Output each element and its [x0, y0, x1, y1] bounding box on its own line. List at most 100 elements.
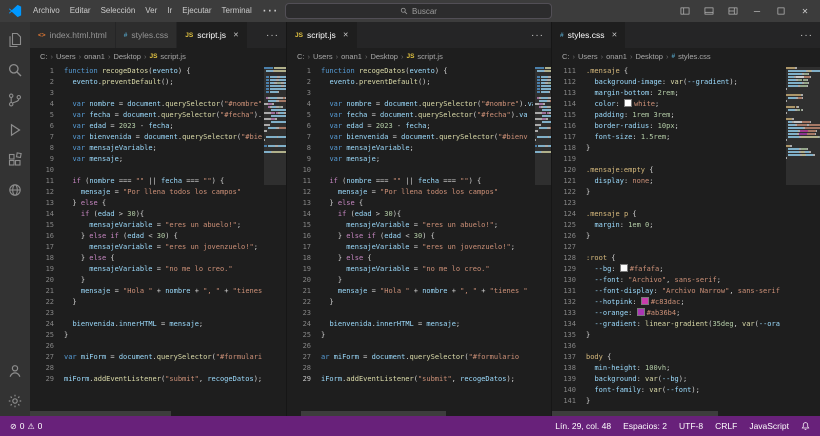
line-number[interactable]: 3	[287, 88, 321, 99]
line-number[interactable]: 6	[30, 121, 64, 132]
code-line[interactable]: 26	[30, 341, 262, 352]
code-line[interactable]: 135}	[552, 330, 784, 341]
line-number[interactable]: 111	[552, 66, 586, 77]
line-number[interactable]: 122	[552, 187, 586, 198]
code-line[interactable]: 141}	[552, 396, 784, 407]
code-line[interactable]: 11 if (nombre === "" || fecha === "") {	[30, 176, 262, 187]
line-number[interactable]: 12	[287, 187, 321, 198]
breadcrumb-item[interactable]: Desktop	[113, 52, 141, 61]
line-number[interactable]: 130	[552, 275, 586, 286]
line-number[interactable]: 121	[552, 176, 586, 187]
line-number[interactable]: 125	[552, 220, 586, 231]
line-number[interactable]: 15	[30, 220, 64, 231]
menu-archivo[interactable]: Archivo	[28, 0, 65, 22]
code-line[interactable]: 140 font-family: var(--font);	[552, 385, 784, 396]
line-number[interactable]: 140	[552, 385, 586, 396]
line-number[interactable]: 5	[287, 110, 321, 121]
breadcrumb-item[interactable]: Users	[578, 52, 598, 61]
code-line[interactable]: 22 }	[287, 297, 533, 308]
more-actions-icon[interactable]: ···	[524, 22, 551, 48]
code-line[interactable]: 134 --gradient: linear-gradient(35deg, v…	[552, 319, 784, 330]
close-window-icon[interactable]: ✕	[794, 0, 816, 22]
line-number[interactable]: 131	[552, 286, 586, 297]
code-line[interactable]: 114 color: white;	[552, 99, 784, 110]
code-line[interactable]: 4 var nombre = document.querySelector("#…	[287, 99, 533, 110]
line-number[interactable]: 9	[30, 154, 64, 165]
code-editor[interactable]: 1function recogeDatos(evento) {2 evento.…	[30, 65, 286, 416]
code-line[interactable]: 126}	[552, 231, 784, 242]
code-line[interactable]: 25}	[30, 330, 262, 341]
line-number[interactable]: 115	[552, 110, 586, 121]
breadcrumb-item[interactable]: onan1	[341, 52, 362, 61]
line-number[interactable]: 26	[287, 341, 321, 352]
code-line[interactable]: 128:root {	[552, 253, 784, 264]
code-line[interactable]: 24 bienvenida.innerHTML = mensaje;	[287, 319, 533, 330]
line-number[interactable]: 134	[552, 319, 586, 330]
line-number[interactable]: 2	[30, 77, 64, 88]
code-line[interactable]: 8 var mensajeVariable;	[30, 143, 262, 154]
line-number[interactable]: 2	[287, 77, 321, 88]
code-line[interactable]: 22 }	[30, 297, 262, 308]
code-line[interactable]: 17 mensajeVariable = "eres un jovenzuelo…	[30, 242, 262, 253]
line-number[interactable]: 27	[30, 352, 64, 363]
line-number[interactable]: 17	[287, 242, 321, 253]
line-number[interactable]: 4	[30, 99, 64, 110]
line-number[interactable]: 8	[287, 143, 321, 154]
settings-gear-icon[interactable]	[0, 386, 30, 416]
breadcrumb-item[interactable]: Users	[56, 52, 76, 61]
menu-ver[interactable]: Ver	[140, 0, 162, 22]
code-line[interactable]: 111.mensaje {	[552, 66, 784, 77]
code-line[interactable]: 121 display: none;	[552, 176, 784, 187]
code-line[interactable]: 20 }	[30, 275, 262, 286]
code-line[interactable]: 13 } else {	[287, 198, 533, 209]
code-line[interactable]: 12 mensaje = "Por llena todos los campos…	[287, 187, 533, 198]
code-line[interactable]: 21 mensaje = "Hola " + nombre + ", " + "…	[30, 286, 262, 297]
tab-script.js[interactable]: JSscript.js✕	[287, 22, 358, 48]
more-actions-icon[interactable]: ···	[793, 22, 820, 48]
line-number[interactable]: 28	[30, 363, 64, 374]
code-line[interactable]: 29iForm.addEventListener("submit", recog…	[287, 374, 533, 385]
line-number[interactable]: 26	[30, 341, 64, 352]
code-line[interactable]: 2 evento.preventDefault();	[30, 77, 262, 88]
search-icon[interactable]	[0, 55, 30, 85]
line-number[interactable]: 1	[287, 66, 321, 77]
line-number[interactable]: 25	[30, 330, 64, 341]
breadcrumb-item[interactable]: C:	[297, 52, 305, 61]
line-number[interactable]: 7	[30, 132, 64, 143]
code-line[interactable]: 129 --bg: #fafafa;	[552, 264, 784, 275]
line-number[interactable]: 129	[552, 264, 586, 275]
code-line[interactable]: 16 } else if (edad < 30) {	[287, 231, 533, 242]
line-number[interactable]: 24	[30, 319, 64, 330]
explorer-icon[interactable]	[0, 25, 30, 55]
code-line[interactable]: 5 var fecha = document.querySelector("#f…	[287, 110, 533, 121]
more-actions-icon[interactable]: ···	[259, 22, 286, 48]
line-number[interactable]: 27	[287, 352, 321, 363]
line-number[interactable]: 127	[552, 242, 586, 253]
code-line[interactable]: 118}	[552, 143, 784, 154]
extensions-icon[interactable]	[0, 145, 30, 175]
code-line[interactable]: 124.mensaje p {	[552, 209, 784, 220]
code-line[interactable]: 122}	[552, 187, 784, 198]
line-number[interactable]: 16	[30, 231, 64, 242]
breadcrumb-file[interactable]: styles.css	[678, 52, 711, 61]
breadcrumb-item[interactable]: Desktop	[370, 52, 398, 61]
line-number[interactable]: 23	[30, 308, 64, 319]
code-line[interactable]: 12 mensaje = "Por llena todos los campos…	[30, 187, 262, 198]
code-line[interactable]: 14 if (edad > 30){	[287, 209, 533, 220]
line-number[interactable]: 120	[552, 165, 586, 176]
line-number[interactable]: 22	[30, 297, 64, 308]
line-number[interactable]: 138	[552, 363, 586, 374]
line-number[interactable]: 113	[552, 88, 586, 99]
code-line[interactable]: 10	[30, 165, 262, 176]
tab-script.js[interactable]: JSscript.js✕	[177, 22, 248, 48]
code-line[interactable]: 137body {	[552, 352, 784, 363]
code-line[interactable]: 8 var mensajeVariable;	[287, 143, 533, 154]
live-preview-icon[interactable]	[0, 175, 30, 205]
source-control-icon[interactable]	[0, 85, 30, 115]
account-icon[interactable]	[0, 356, 30, 386]
line-number[interactable]: 21	[30, 286, 64, 297]
line-number[interactable]: 114	[552, 99, 586, 110]
line-number[interactable]: 12	[30, 187, 64, 198]
line-number[interactable]: 11	[287, 176, 321, 187]
toggle-sidebar-icon[interactable]	[674, 0, 696, 22]
